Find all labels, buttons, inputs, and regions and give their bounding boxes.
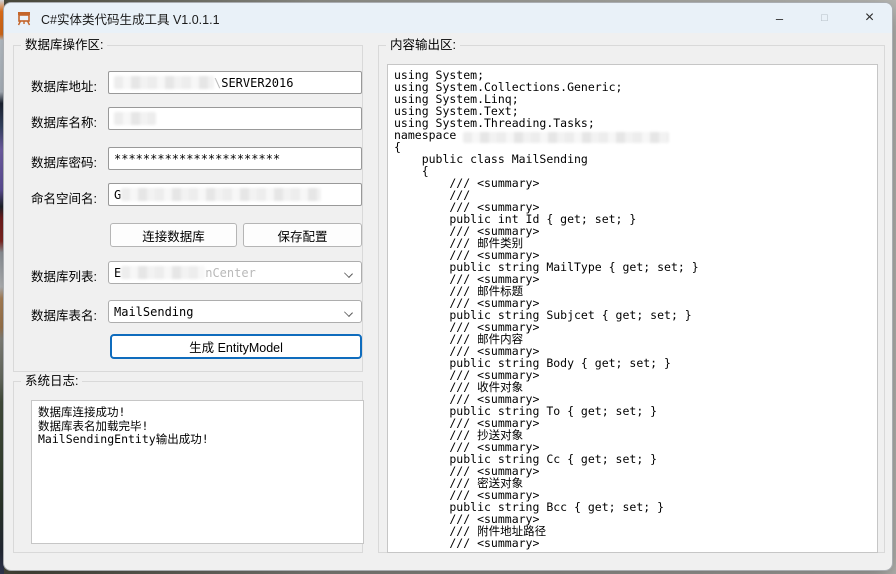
code-output[interactable]: using System; using System.Collections.G… xyxy=(387,64,878,553)
table-name-label: 数据库表名: xyxy=(31,305,97,324)
system-log-group-title: 系统日志: xyxy=(21,373,82,390)
db-operations-group-title: 数据库操作区: xyxy=(21,37,107,54)
system-log-group: 系统日志: 数据库连接成功! 数据库表名加载完毕! MailSendingEnt… xyxy=(13,381,363,553)
chevron-down-icon xyxy=(344,269,353,278)
redacted-namespace-code xyxy=(463,132,669,143)
namespace-input[interactable]: G xyxy=(108,183,362,206)
redacted-db-list-value xyxy=(121,266,205,279)
db-password-input[interactable]: *********************** xyxy=(108,147,362,170)
title-bar[interactable]: C#实体类代码生成工具 V1.0.1.1 – □ × xyxy=(4,3,892,33)
table-name-combobox[interactable]: MailSending xyxy=(108,300,362,323)
close-button[interactable]: × xyxy=(847,3,892,33)
content-output-group-title: 内容输出区: xyxy=(386,37,460,54)
db-address-input[interactable]: \SERVER2016 xyxy=(108,71,362,94)
window-title: C#实体类代码生成工具 V1.0.1.1 xyxy=(41,9,220,28)
db-list-combobox[interactable]: EnCenter xyxy=(108,261,362,284)
redacted-db-address xyxy=(114,76,214,89)
db-name-input[interactable] xyxy=(108,107,362,130)
content-output-group: 内容输出区: using System; using System.Collec… xyxy=(378,45,885,553)
db-name-label: 数据库名称: xyxy=(31,112,97,131)
chevron-down-icon xyxy=(344,308,353,317)
db-list-label: 数据库列表: xyxy=(31,266,97,285)
app-window: C#实体类代码生成工具 V1.0.1.1 – □ × 数据库操作区: 数据库地址… xyxy=(3,2,893,571)
minimize-button[interactable]: – xyxy=(757,3,802,33)
db-operations-group: 数据库操作区: 数据库地址: \SERVER2016 数据库名称: 数据库密码:… xyxy=(13,45,363,372)
db-password-label: 数据库密码: xyxy=(31,152,97,171)
maximize-button[interactable]: □ xyxy=(802,3,847,33)
redacted-namespace-value xyxy=(121,188,321,201)
generate-entitymodel-button[interactable]: 生成 EntityModel xyxy=(110,334,362,359)
easel-app-icon xyxy=(16,10,32,26)
redacted-db-name xyxy=(114,112,156,125)
namespace-line: namespace xyxy=(394,129,877,141)
save-config-button[interactable]: 保存配置 xyxy=(243,223,362,247)
namespace-label: 命名空间名: xyxy=(31,188,97,207)
db-address-label: 数据库地址: xyxy=(31,76,97,95)
connect-database-button[interactable]: 连接数据库 xyxy=(110,223,237,247)
system-log-output[interactable]: 数据库连接成功! 数据库表名加载完毕! MailSendingEntity输出成… xyxy=(31,400,364,544)
